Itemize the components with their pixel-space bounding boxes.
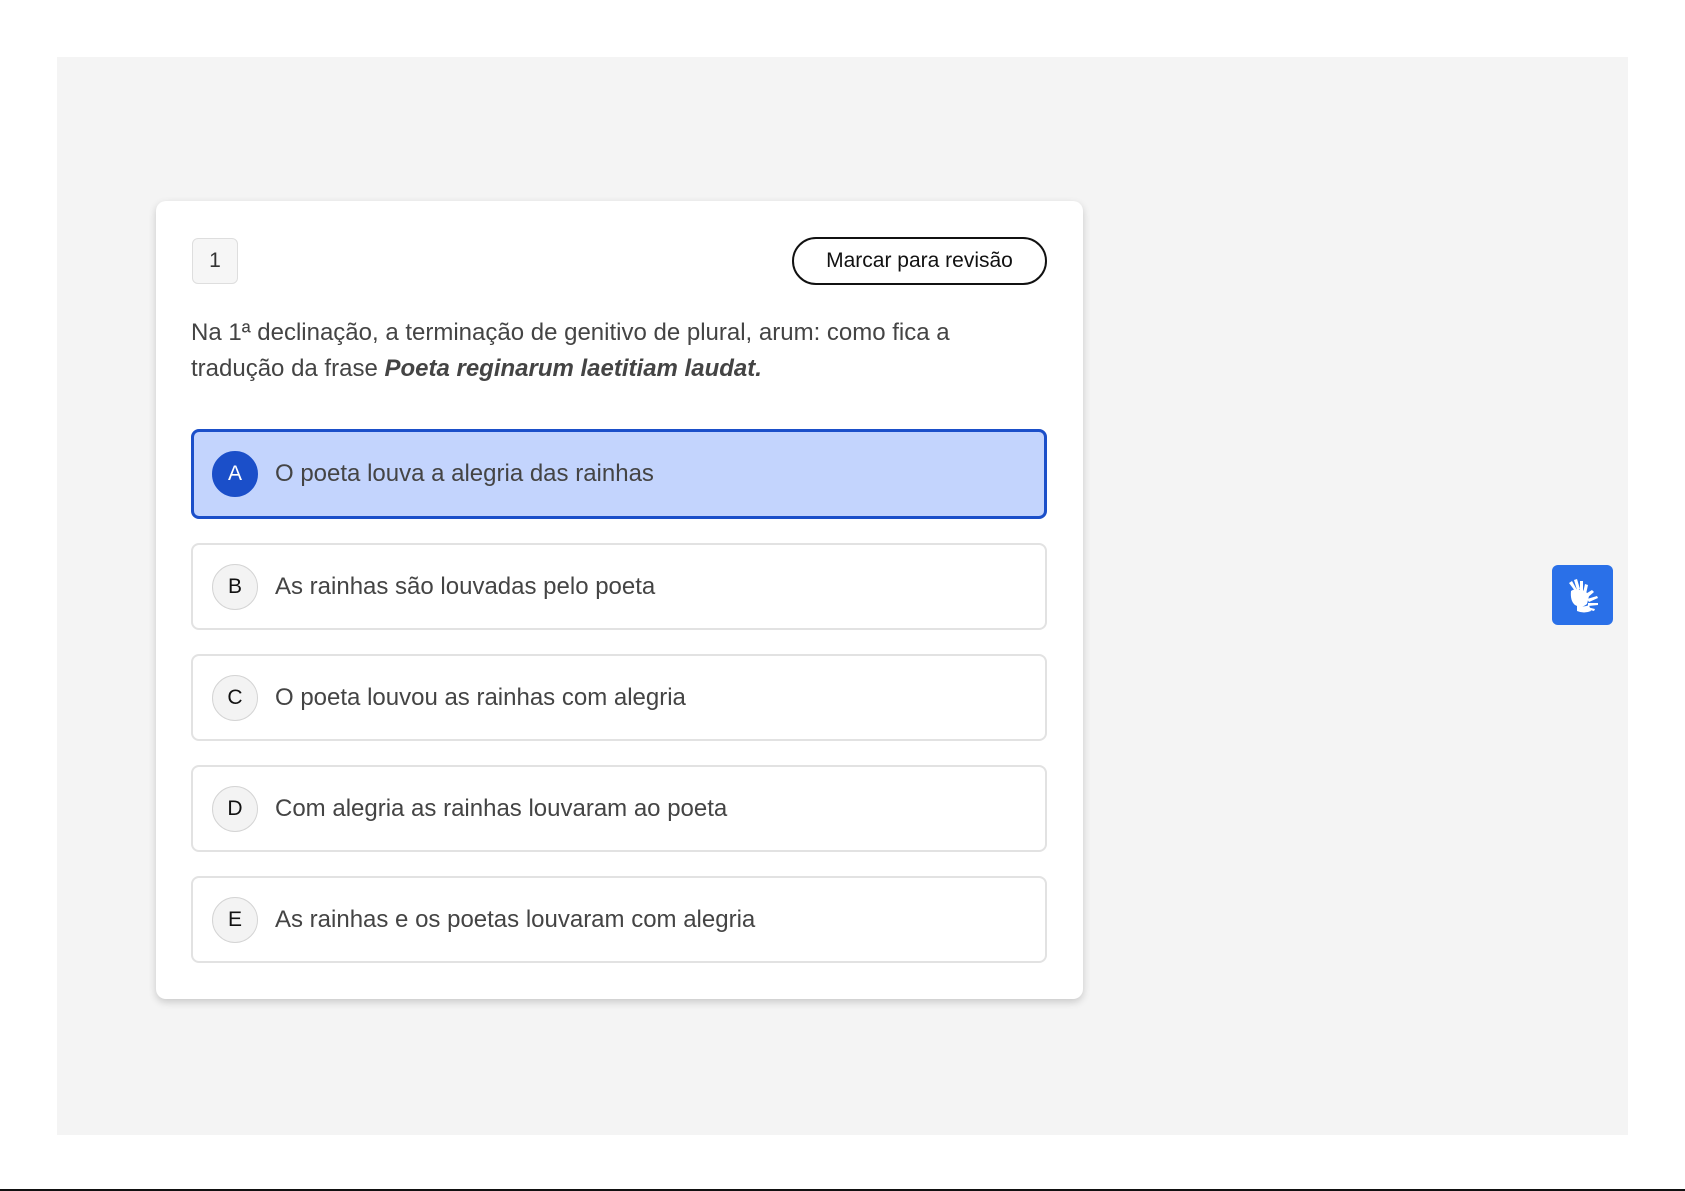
option-letter-badge: E xyxy=(212,896,258,943)
option-letter-badge: C xyxy=(212,674,258,721)
option-b[interactable]: B As rainhas são louvadas pelo poeta xyxy=(191,543,1047,630)
sign-language-button[interactable] xyxy=(1552,565,1613,625)
option-text: As rainhas são louvadas pelo poeta xyxy=(275,572,656,600)
option-letter-badge: D xyxy=(212,785,258,832)
option-letter-badge: A xyxy=(212,451,258,497)
option-letter-badge: B xyxy=(212,563,258,610)
option-c[interactable]: C O poeta louvou as rainhas com alegria xyxy=(191,654,1047,741)
option-text: Com alegria as rainhas louvaram ao poeta xyxy=(275,794,728,822)
question-card: 1 Marcar para revisão Na 1ª declinação, … xyxy=(156,201,1083,999)
question-statement: Na 1ª declinação, a terminação de geniti… xyxy=(191,315,1047,387)
option-a[interactable]: A O poeta louva a alegria das rainhas xyxy=(191,429,1047,519)
option-text: O poeta louvou as rainhas com alegria xyxy=(275,683,686,711)
question-statement-emphasis: Poeta reginarum laetitiam laudat. xyxy=(384,355,762,382)
option-d[interactable]: D Com alegria as rainhas louvaram ao poe… xyxy=(191,765,1047,852)
mark-for-review-button[interactable]: Marcar para revisão xyxy=(792,237,1047,285)
option-text: As rainhas e os poetas louvaram com aleg… xyxy=(275,905,756,933)
option-text: O poeta louva a alegria das rainhas xyxy=(275,460,654,487)
question-number: 1 xyxy=(192,238,238,284)
sign-language-hands-icon xyxy=(1568,579,1598,613)
option-e[interactable]: E As rainhas e os poetas louvaram com al… xyxy=(191,876,1047,963)
